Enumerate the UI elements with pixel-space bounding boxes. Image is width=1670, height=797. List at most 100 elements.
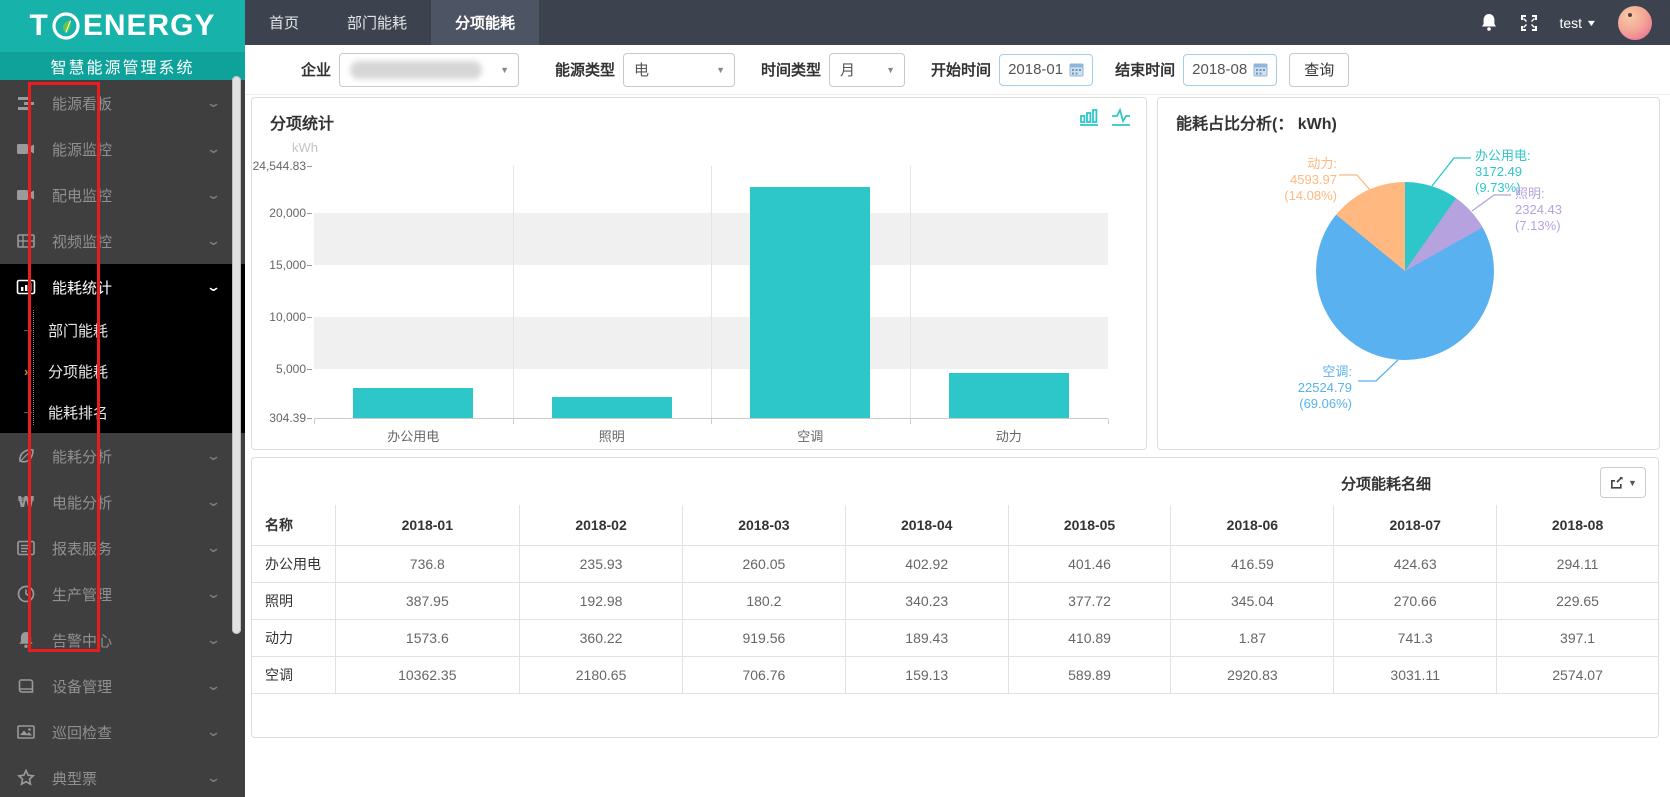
row-value: 229.65 <box>1497 582 1658 619</box>
star-icon <box>0 768 52 788</box>
line-chart-type-icon[interactable] <box>1110 106 1132 133</box>
table-section-title: 分项能耗名细 <box>1341 473 1431 494</box>
bar-空调[interactable] <box>750 187 870 418</box>
col-header-month: 2018-04 <box>845 505 1008 545</box>
bar-照明[interactable] <box>552 397 672 418</box>
chevron-down-icon: ▼ <box>886 65 895 75</box>
sidebar-item-13[interactable]: 典型票⌄ <box>0 755 245 797</box>
time-type-value: 月 <box>840 59 855 80</box>
sidebar-item-label: 电能分析 <box>52 492 112 513</box>
row-name: 空调 <box>252 656 335 693</box>
row-value: 741.3 <box>1334 619 1497 656</box>
row-value: 1.87 <box>1171 619 1334 656</box>
row-value: 1573.6 <box>335 619 520 656</box>
col-header-month: 2018-05 <box>1008 505 1171 545</box>
company-select[interactable]: ▼ <box>339 53 519 87</box>
sidebar-item-8[interactable]: 报表服务⌄ <box>0 525 245 571</box>
sidebar-item-label: 巡回检查 <box>52 722 112 743</box>
row-value: 270.66 <box>1334 582 1497 619</box>
table-row: 照明387.95192.98180.2340.23377.72345.04270… <box>252 582 1658 619</box>
row-value: 10362.35 <box>335 656 520 693</box>
y-axis-tick-label: 5,000 <box>276 362 314 376</box>
pie-label-动力: 动力:4593.97(14.08%) <box>1284 156 1337 204</box>
chevron-down-icon: ▼ <box>500 65 509 75</box>
sidebar-item-6[interactable]: 能耗分析⌄ <box>0 433 245 479</box>
chevron-down-icon: ⌄ <box>206 95 221 111</box>
energy-type-select[interactable]: 电 ▼ <box>623 53 735 87</box>
sidebar-item-label: 报表服务 <box>52 538 112 559</box>
end-time-label: 结束时间 <box>1115 59 1175 80</box>
bell-icon[interactable] <box>1480 13 1498 32</box>
pie-label-照明: 照明:2324.43(7.13%) <box>1515 186 1562 234</box>
sidebar-item-11[interactable]: 设备管理⌄ <box>0 663 245 709</box>
photo-icon <box>0 722 52 742</box>
sidebar-scrollbar[interactable] <box>232 76 241 634</box>
nav-tab-1[interactable]: 首页 <box>245 0 323 45</box>
sidebar-subitem-能耗排名[interactable]: ┈能耗排名 <box>0 392 245 433</box>
leaf-icon <box>0 446 52 466</box>
nav-tab-2[interactable]: 部门能耗 <box>323 0 431 45</box>
calendar-icon <box>1253 62 1268 77</box>
export-download-icon <box>1609 476 1624 490</box>
pie-chart <box>1316 182 1494 360</box>
row-value: 2574.07 <box>1497 656 1658 693</box>
bell-icon <box>0 630 52 650</box>
consumption-table: 名称2018-012018-022018-032018-042018-05201… <box>252 505 1658 694</box>
camera-icon <box>0 139 52 159</box>
pie-label-空调: 空调:22524.79(69.06%) <box>1298 364 1352 412</box>
table-row: 动力1573.6360.22919.56189.43410.891.87741.… <box>252 619 1658 656</box>
grid-vline <box>910 166 911 418</box>
start-date-input[interactable]: 2018-01 <box>999 54 1093 86</box>
bar-chart-icon <box>0 277 52 297</box>
filter-bar: 企业 ▼ 能源类型 电 ▼ 时间类型 月 ▼ 开始时间 2018-01 结束时间… <box>245 45 1670 95</box>
sidebar-item-5[interactable]: 能耗统计⌄ <box>0 264 245 310</box>
sidebar-item-9[interactable]: 生产管理⌄ <box>0 571 245 617</box>
detail-table-card: 分项能耗名细 ▼ 名称2018-012018-022018-032018-042… <box>251 457 1659 738</box>
bar-chart-type-icon[interactable] <box>1078 106 1100 133</box>
query-button[interactable]: 查询 <box>1289 53 1349 87</box>
sidebar-subitem-部门能耗[interactable]: ┈部门能耗 <box>0 310 245 351</box>
fullscreen-icon[interactable] <box>1520 14 1538 32</box>
company-value-redacted <box>350 61 482 79</box>
sidebar-item-10[interactable]: 告警中心⌄ <box>0 617 245 663</box>
row-value: 2920.83 <box>1171 656 1334 693</box>
user-menu[interactable]: test ▼ <box>1560 15 1597 31</box>
svg-text:₩: ₩ <box>18 493 35 511</box>
nav-right: test ▼ <box>1480 0 1670 45</box>
sidebar-item-label: 配电监控 <box>52 185 112 206</box>
x-axis-category-label: 办公用电 <box>387 426 439 445</box>
sidebar-item-7[interactable]: ₩ 电能分析 ⌄ <box>0 479 245 525</box>
dotted-branch-icon: ┈ <box>24 323 32 339</box>
sidebar-item-4[interactable]: 视频监控⌄ <box>0 218 245 264</box>
chevron-down-icon: ⌄ <box>206 279 221 295</box>
bar-办公用电[interactable] <box>353 388 473 418</box>
dotted-branch-icon: ┈ <box>24 405 32 421</box>
x-axis-category-label: 空调 <box>797 426 823 445</box>
sidebar-subitem-分项能耗[interactable]: »分项能耗 <box>0 351 245 392</box>
sidebar-item-1[interactable]: 能源看板⌄ <box>0 80 245 126</box>
x-axis-line <box>314 418 1108 424</box>
sidebar-item-label: 能耗分析 <box>52 446 112 467</box>
book-icon <box>0 676 52 696</box>
avatar[interactable] <box>1618 6 1652 40</box>
y-axis-tick-label: 24,544.83 <box>253 159 314 173</box>
sidebar-submenu: ┈部门能耗»分项能耗┈能耗排名 <box>0 310 245 433</box>
pie-chart-card: 能耗占比分析(： kWh) 办公用电:3172.49(9.73%)照明:2324… <box>1157 97 1660 450</box>
bar-plot-area: 304.395,00010,00015,00020,00024,544.83 <box>314 166 1108 418</box>
sidebar-item-12[interactable]: 巡回检查 ⌄ <box>0 709 245 755</box>
nav-tab-3[interactable]: 分项能耗 <box>431 0 539 45</box>
end-date-input[interactable]: 2018-08 <box>1183 54 1277 86</box>
sidebar-item-2[interactable]: 能源监控⌄ <box>0 126 245 172</box>
bar-动力[interactable] <box>949 373 1069 418</box>
chevron-down-icon: ⌄ <box>206 632 221 648</box>
chevron-down-icon: ⌄ <box>206 494 221 510</box>
logo-text-energy: ENERGY <box>83 9 216 43</box>
energy-type-value: 电 <box>634 59 649 80</box>
won-icon: ₩ <box>0 492 52 512</box>
chevron-down-icon: ⌄ <box>206 724 221 740</box>
export-button[interactable]: ▼ <box>1600 467 1646 498</box>
camera-icon <box>0 185 52 205</box>
sidebar-item-3[interactable]: 配电监控⌄ <box>0 172 245 218</box>
time-type-select[interactable]: 月 ▼ <box>829 53 905 87</box>
row-value: 589.89 <box>1008 656 1171 693</box>
